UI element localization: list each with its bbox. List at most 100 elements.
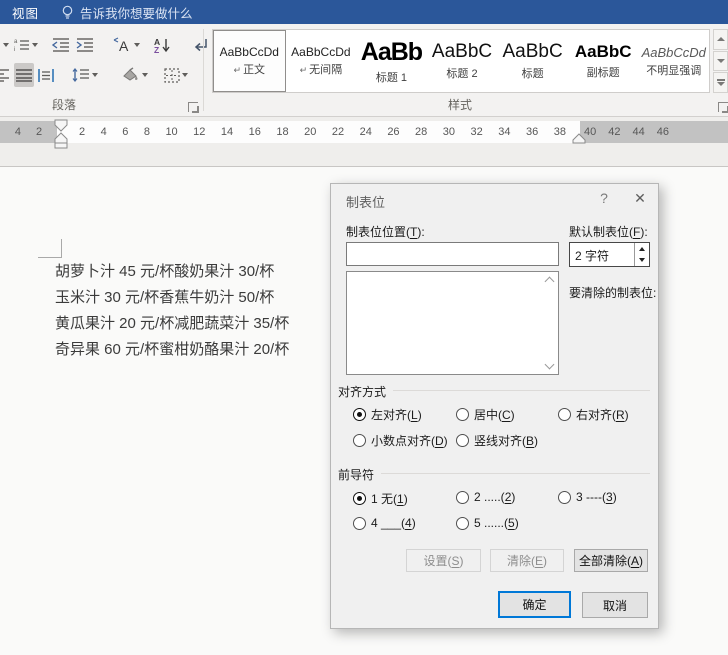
ruler-number: 28 — [415, 126, 427, 138]
tab-position-input[interactable] — [346, 242, 559, 266]
gallery-scroll-down-button[interactable] — [713, 51, 728, 72]
ribbon: a i — [0, 24, 728, 117]
indent-markers[interactable] — [54, 119, 68, 149]
radio-leader-dots[interactable]: 2 .....(2) — [456, 490, 515, 504]
overflow-dropdown-caret[interactable] — [0, 33, 10, 57]
radio-circle — [456, 517, 469, 530]
borders-button[interactable] — [162, 63, 190, 87]
style-item-no-spacing[interactable]: AaBbCcDd ↵无间隔 — [286, 30, 357, 92]
radio-align-left[interactable]: 左对齐(L) — [353, 406, 422, 423]
radio-leader-none[interactable]: 1 无(1) — [353, 490, 408, 507]
help-button[interactable]: ? — [588, 184, 620, 212]
ruler-number: 26 — [387, 126, 399, 138]
ruler-number: 4 — [101, 126, 107, 138]
ruler-number: 30 — [443, 126, 455, 138]
radio-align-center[interactable]: 居中(C) — [456, 406, 515, 423]
text-boundary-cropmark — [61, 239, 62, 258]
alignment-group-label: 对齐方式 — [338, 383, 386, 400]
svg-text:Z: Z — [154, 45, 159, 53]
svg-text:a: a — [14, 39, 18, 45]
ruler-number: 20 — [304, 126, 316, 138]
radio-align-decimal[interactable]: 小数点对齐(D) — [353, 432, 448, 449]
ruler-number: 12 — [193, 126, 205, 138]
ruler: 42 2468101214161820222426283032343638 40… — [0, 117, 728, 167]
radio-align-bar[interactable]: 竖线对齐(B) — [456, 432, 538, 449]
align-left-button[interactable] — [0, 63, 12, 87]
radio-leader-dashes[interactable]: 3 ----(3) — [558, 490, 617, 504]
left-indent-marker — [55, 143, 67, 148]
default-tab-spinner[interactable]: 2 字符 — [569, 242, 650, 267]
tell-me-box[interactable]: 告诉我你想要做什么 — [61, 3, 193, 22]
style-preview: AaBbCcDd — [291, 45, 350, 59]
close-button[interactable]: ✕ — [624, 184, 656, 212]
spinner-up-button[interactable] — [635, 243, 649, 255]
gallery-scroll-up-button[interactable] — [713, 29, 728, 50]
radio-circle — [353, 434, 366, 447]
style-item-subtle-emphasis[interactable]: AaBbCcDd 不明显强调 — [638, 30, 709, 92]
hanging-indent-marker — [55, 133, 67, 143]
style-preview: AaBbC — [503, 41, 563, 63]
sort-button[interactable]: A Z — [152, 33, 174, 57]
style-preview: AaBbC — [575, 42, 632, 62]
tell-me-label: 告诉我你想要做什么 — [80, 3, 193, 22]
ruler-number: 44 — [633, 126, 645, 138]
radio-align-right[interactable]: 右对齐(R) — [558, 406, 629, 423]
spinner-value: 2 字符 — [575, 247, 609, 264]
numbering-button[interactable]: a i — [12, 33, 40, 57]
radio-leader-underline[interactable]: 4 ___(4) — [353, 516, 416, 530]
decrease-indent-button[interactable] — [50, 33, 72, 57]
tab-position-listbox[interactable] — [346, 271, 559, 375]
style-item-title[interactable]: AaBbC 标题 — [497, 30, 568, 92]
ruler-number: 46 — [657, 126, 669, 138]
group-separator — [203, 29, 204, 111]
style-item-heading1[interactable]: AaBb 标题 1 — [356, 30, 427, 92]
style-item-body[interactable]: AaBbCcDd ↵正文 — [213, 30, 286, 92]
increase-indent-button[interactable] — [74, 33, 96, 57]
clear-all-button[interactable]: 全部清除(A) — [574, 549, 648, 572]
shading-button[interactable] — [118, 63, 150, 87]
align-justify-button[interactable] — [14, 63, 34, 87]
right-indent-marker[interactable] — [572, 133, 586, 144]
ruler-number: 8 — [144, 126, 150, 138]
tab-view[interactable]: 视图 — [12, 3, 39, 22]
distribute-button[interactable] — [36, 63, 56, 87]
paragraph-group-label: 段落 — [52, 96, 76, 113]
radio-circle — [558, 408, 571, 421]
document-line: 奇异果 60 元/杯蜜柑奶酪果汁 20/杯 — [55, 337, 289, 363]
paragraph-dialog-launcher-icon[interactable] — [188, 102, 198, 112]
radio-circle — [456, 491, 469, 504]
ruler-number: 14 — [221, 126, 233, 138]
style-name: 标题 2 — [446, 65, 477, 81]
style-name: 正文 — [243, 64, 265, 76]
ruler-number: 34 — [498, 126, 510, 138]
style-preview: AaBbC — [432, 41, 492, 63]
help-icon: ? — [600, 190, 608, 206]
default-tab-label: 默认制表位(F): — [569, 223, 648, 240]
ruler-number: 42 — [608, 126, 620, 138]
line-spacing-button[interactable] — [70, 63, 100, 87]
ruler-number: 2 — [36, 126, 42, 138]
radio-leader-thick-dots[interactable]: 5 ......(5) — [456, 516, 519, 530]
gallery-more-button[interactable] — [713, 72, 728, 93]
first-line-indent-marker — [55, 120, 67, 131]
document-line: 黄瓜果汁 20 元/杯减肥蔬菜汁 35/杯 — [55, 311, 289, 337]
scroll-down-icon[interactable] — [545, 360, 555, 370]
ok-button[interactable]: 确定 — [498, 591, 571, 618]
radio-circle — [456, 434, 469, 447]
document-text[interactable]: 胡萝卜汁 45 元/杯酸奶果汁 30/杯玉米汁 30 元/杯香蕉牛奶汁 50/杯… — [55, 259, 289, 363]
spinner-down-button[interactable] — [635, 255, 649, 267]
gallery-scrollbar — [713, 29, 728, 93]
ruler-right-margin: 40424446 — [580, 121, 728, 143]
style-item-subtitle[interactable]: AaBbC 副标题 — [568, 30, 639, 92]
cancel-button[interactable]: 取消 — [582, 592, 648, 618]
show-marks-button[interactable] — [192, 33, 211, 57]
style-item-heading2[interactable]: AaBbC 标题 2 — [427, 30, 498, 92]
document-line: 胡萝卜汁 45 元/杯酸奶果汁 30/杯 — [55, 259, 289, 285]
leader-group-label: 前导符 — [338, 466, 374, 483]
radio-circle — [353, 517, 366, 530]
asian-layout-button[interactable]: A — [110, 33, 142, 57]
paragraph-mark-icon: ↵ — [234, 65, 242, 75]
style-name: 无间隔 — [309, 64, 342, 76]
scroll-up-icon[interactable] — [545, 277, 555, 287]
styles-dialog-launcher-icon[interactable] — [718, 102, 728, 112]
